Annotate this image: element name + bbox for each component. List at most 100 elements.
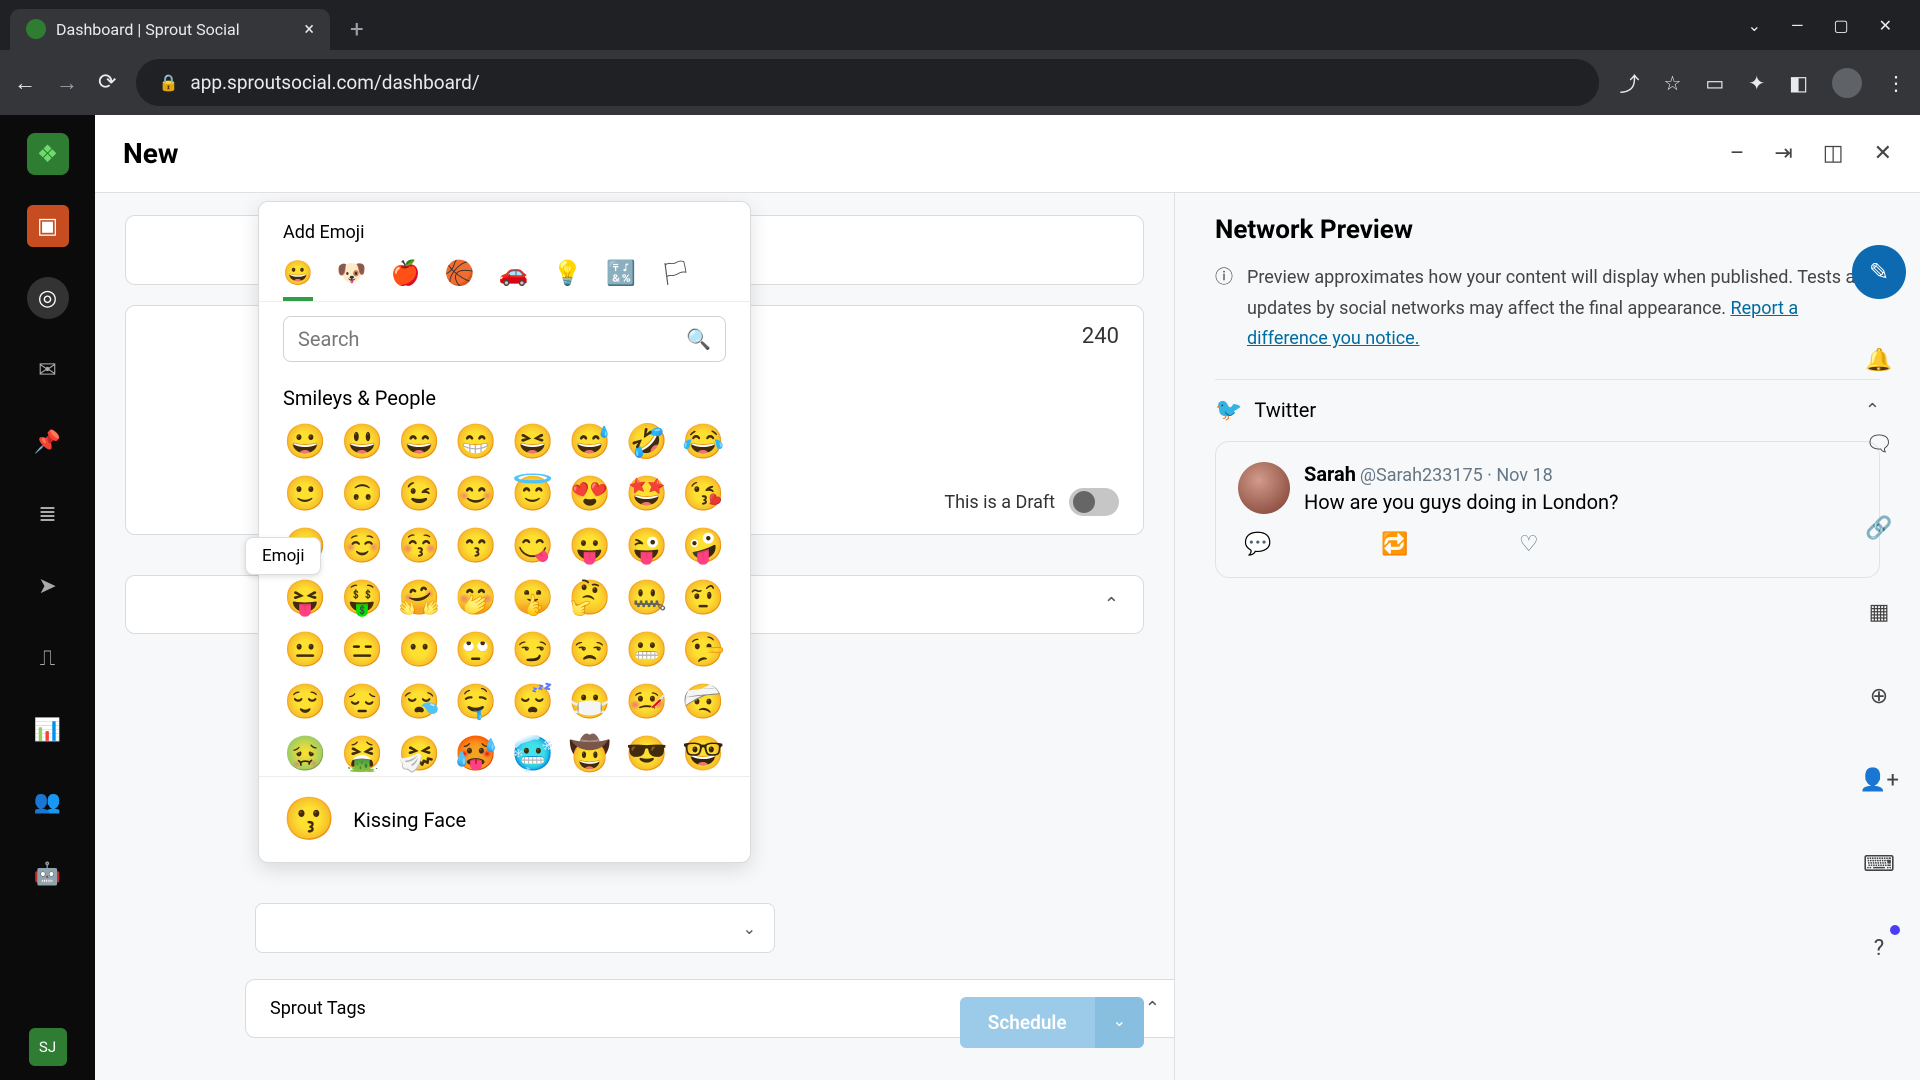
emoji-cat-flags[interactable]: 🏳	[660, 259, 690, 301]
emoji-cell[interactable]: 🤒	[624, 682, 669, 722]
tab-close-icon[interactable]: ×	[304, 19, 314, 40]
draft-toggle[interactable]	[1069, 488, 1119, 516]
emoji-cell[interactable]: 🙃	[340, 474, 385, 514]
emoji-search-input[interactable]: Search 🔍	[283, 316, 726, 362]
emoji-cell[interactable]: 😅	[567, 422, 612, 462]
emoji-cat-symbols[interactable]: 🔣	[606, 259, 636, 301]
emoji-cell[interactable]: 😇	[511, 474, 556, 514]
reload-button[interactable]: ⟳	[98, 70, 116, 95]
emoji-cell[interactable]: 😜	[624, 526, 669, 566]
emoji-cell[interactable]: 😂	[681, 422, 726, 462]
rail-item-folder[interactable]: ▣	[27, 205, 69, 247]
emoji-cell[interactable]: ☺️	[340, 526, 385, 566]
emoji-cell[interactable]: 😪	[397, 682, 442, 722]
emoji-cell[interactable]: 😏	[511, 630, 556, 670]
chevron-down-icon[interactable]: ⌄	[1748, 16, 1761, 35]
emoji-cat-activity[interactable]: 🏀	[445, 259, 475, 301]
emoji-cell[interactable]: 😌	[283, 682, 328, 722]
menu-icon[interactable]: ⋮	[1886, 71, 1906, 95]
rail-item-list[interactable]: ≣	[27, 493, 69, 535]
emoji-cell[interactable]: 😬	[624, 630, 669, 670]
emoji-cell[interactable]: 🤥	[681, 630, 726, 670]
emoji-cell[interactable]: 😷	[567, 682, 612, 722]
apps-icon[interactable]: ▦	[1856, 589, 1902, 635]
emoji-cell[interactable]: 🤮	[340, 734, 385, 774]
emoji-cell[interactable]: 🤔	[567, 578, 612, 618]
emoji-cell[interactable]: 😝	[283, 578, 328, 618]
schedule-button[interactable]: Schedule	[960, 997, 1095, 1048]
emoji-cell[interactable]: 😘	[681, 474, 726, 514]
emoji-cell[interactable]: 😋	[511, 526, 556, 566]
like-icon[interactable]: ♡	[1519, 532, 1539, 557]
rail-item-pulse[interactable]: ⎍	[27, 637, 69, 679]
emoji-cell[interactable]: 🤤	[454, 682, 499, 722]
emoji-cell[interactable]: 😉	[397, 474, 442, 514]
sidepanel-icon[interactable]: ◧	[1789, 71, 1808, 95]
add-icon[interactable]: ⊕	[1856, 673, 1902, 719]
emoji-cell[interactable]: 🤧	[397, 734, 442, 774]
emoji-cell[interactable]: 😍	[567, 474, 612, 514]
browser-tab[interactable]: Dashboard | Sprout Social ×	[10, 9, 330, 50]
emoji-cell[interactable]: 🤫	[511, 578, 556, 618]
new-tab-button[interactable]: +	[350, 15, 364, 43]
forward-button[interactable]: →	[56, 70, 78, 96]
emoji-cat-objects[interactable]: 💡	[552, 259, 582, 301]
emoji-cell[interactable]: 🙄	[454, 630, 499, 670]
rail-item-inbox[interactable]: ✉	[27, 349, 69, 391]
emoji-cat-smileys[interactable]: 😀	[283, 259, 313, 301]
share-icon[interactable]: ⤴	[1619, 68, 1639, 97]
rail-item-send[interactable]: ➤	[27, 565, 69, 607]
emoji-cell[interactable]: 🤩	[624, 474, 669, 514]
emoji-cell[interactable]: 😒	[567, 630, 612, 670]
emoji-cell[interactable]: 😚	[397, 526, 442, 566]
url-bar[interactable]: 🔒 app.sproutsocial.com/dashboard/	[136, 59, 1599, 106]
minimize-composer-icon[interactable]: –	[1730, 141, 1744, 166]
schedule-dropdown-button[interactable]: ⌄	[1095, 997, 1144, 1048]
extensions-icon[interactable]: ✦	[1748, 71, 1765, 95]
emoji-cell[interactable]: 😴	[511, 682, 556, 722]
compose-fab[interactable]: ✎	[1852, 245, 1906, 299]
emoji-cell[interactable]: 😊	[454, 474, 499, 514]
back-button[interactable]: ←	[14, 70, 36, 96]
dock-right-icon[interactable]: ⇥	[1774, 141, 1792, 166]
emoji-cell[interactable]: 😄	[397, 422, 442, 462]
close-window-icon[interactable]: ✕	[1879, 16, 1892, 35]
emoji-cell[interactable]: 🤑	[340, 578, 385, 618]
emoji-cell[interactable]: 😃	[340, 422, 385, 462]
emoji-cell[interactable]: 😁	[454, 422, 499, 462]
emoji-cell[interactable]: 😙	[454, 526, 499, 566]
maximize-icon[interactable]: ▢	[1833, 16, 1848, 35]
messages-icon[interactable]: 🗨	[1856, 421, 1902, 467]
notifications-icon[interactable]: 🔔	[1856, 337, 1902, 383]
emoji-cat-food[interactable]: 🍎	[391, 259, 421, 301]
rail-item-compass[interactable]: ◎	[27, 277, 69, 319]
keyboard-icon[interactable]: ⌨	[1856, 841, 1902, 887]
emoji-cell[interactable]: 🤪	[681, 526, 726, 566]
install-icon[interactable]: ▭	[1705, 71, 1724, 95]
link-icon[interactable]: 🔗	[1856, 505, 1902, 551]
emoji-cell[interactable]: 🤕	[681, 682, 726, 722]
emoji-cat-animals[interactable]: 🐶	[337, 259, 367, 301]
user-badge[interactable]: SJ	[29, 1028, 67, 1066]
emoji-cell[interactable]: 🤭	[454, 578, 499, 618]
profile-avatar-icon[interactable]	[1832, 68, 1862, 98]
sprout-logo-icon[interactable]: ❖	[27, 133, 69, 175]
emoji-cell[interactable]: 🤓	[681, 734, 726, 774]
emoji-cell[interactable]: 😑	[340, 630, 385, 670]
emoji-cell[interactable]: 🤢	[283, 734, 328, 774]
minimize-icon[interactable]: ―	[1791, 16, 1804, 35]
emoji-cell[interactable]: 🤐	[624, 578, 669, 618]
help-icon[interactable]: ?	[1856, 925, 1902, 971]
emoji-cell[interactable]: 🤗	[397, 578, 442, 618]
add-user-icon[interactable]: 👤+	[1856, 757, 1902, 803]
emoji-cell[interactable]: 😔	[340, 682, 385, 722]
emoji-cell[interactable]: 🤠	[567, 734, 612, 774]
emoji-cell[interactable]: 😎	[624, 734, 669, 774]
bookmark-icon[interactable]: ☆	[1663, 71, 1681, 95]
emoji-cell[interactable]: 🤣	[624, 422, 669, 462]
emoji-cell[interactable]: 🥵	[454, 734, 499, 774]
emoji-cell[interactable]: 😶	[397, 630, 442, 670]
emoji-scroll[interactable]: Smileys & People 😀😃😄😁😆😅🤣😂🙂🙃😉😊😇😍🤩😘😗☺️😚😙😋😛…	[259, 376, 750, 776]
rail-item-reports[interactable]: 📊	[27, 709, 69, 751]
emoji-cell[interactable]: 🙂	[283, 474, 328, 514]
